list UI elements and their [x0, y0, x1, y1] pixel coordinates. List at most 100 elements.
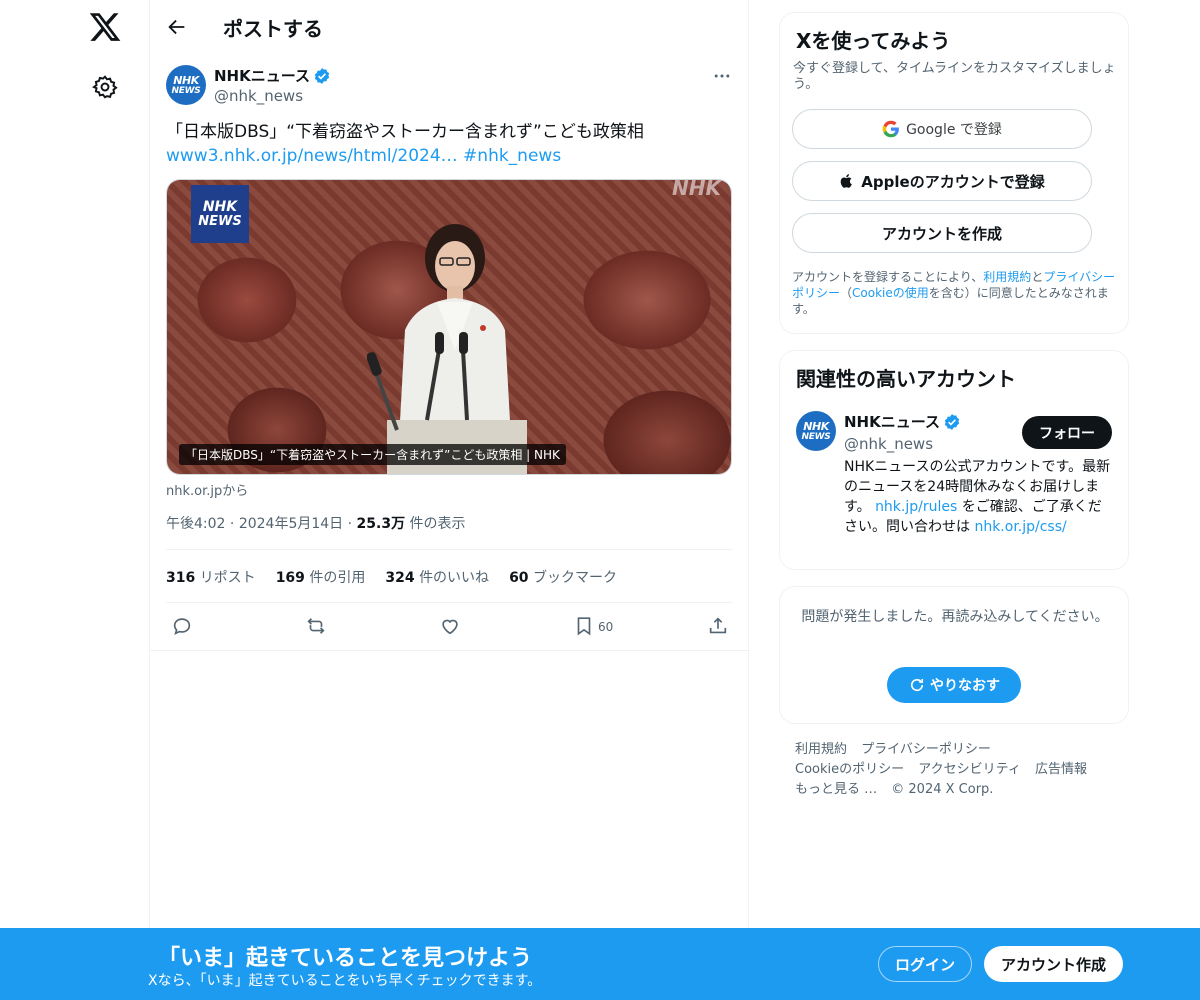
create-account-label: アカウントを作成: [881, 224, 1002, 243]
separator: ·: [229, 516, 235, 532]
signup-button[interactable]: アカウント作成: [984, 946, 1123, 982]
footer-link[interactable]: 広告情報: [1035, 762, 1087, 777]
repost-icon[interactable]: [305, 615, 327, 637]
stat-reposts[interactable]: 316 リポスト: [166, 567, 256, 587]
back-arrow-icon[interactable]: [166, 16, 188, 38]
bio-link[interactable]: nhk.jp/rules: [875, 499, 957, 515]
stat-label: 件のいいね: [419, 570, 490, 586]
apple-signup-label: Appleのアカウントで登録: [861, 172, 1045, 191]
action-bar: 60: [150, 615, 750, 641]
post-link[interactable]: www3.nhk.or.jp/news/html/2024…: [166, 146, 458, 166]
stat-value: 60: [509, 570, 529, 586]
legal-part: と: [1031, 270, 1044, 284]
login-button[interactable]: ログイン: [878, 946, 972, 982]
footer-link-more[interactable]: もっと見る …: [795, 782, 877, 797]
copyright: © 2024 X Corp.: [891, 782, 994, 797]
x-logo-icon[interactable]: [88, 10, 122, 44]
author-name[interactable]: NHKニュース: [214, 65, 331, 86]
error-message: 問題が発生しました。再読み込みしてください。: [801, 609, 1109, 625]
link-card-media[interactable]: NHK NEWS NHK 「日本版DBS」“下着窃盗やストーカー含まれず”こども…: [166, 179, 732, 475]
apple-signup-button[interactable]: Appleのアカウントで登録: [792, 161, 1092, 201]
separator: ·: [347, 516, 353, 532]
error-card: 問題が発生しました。再読み込みしてください。 やりなおす: [779, 586, 1129, 724]
footer-links: 利用規約 プライバシーポリシー Cookieのポリシー アクセシビリティ 広告情…: [795, 740, 1125, 800]
signup-title: Xを使ってみよう: [796, 29, 951, 53]
create-account-button[interactable]: アカウントを作成: [792, 213, 1092, 253]
footer-link[interactable]: アクセシビリティ: [918, 762, 1021, 777]
bottom-bar-subtitle: Xなら、「いま」起きていることをいち早くチェックできます。: [148, 973, 542, 989]
bookmark-count: 60: [598, 620, 614, 634]
divider: [166, 549, 732, 550]
related-title: 関連性の高いアカウント: [796, 367, 1016, 391]
legal-part: アカウントを登録することにより、: [792, 270, 984, 284]
avatar-text: NEWS: [801, 431, 831, 442]
stat-label: リポスト: [199, 570, 256, 586]
view-count: 25.3万: [356, 516, 406, 532]
bottom-signup-bar: 「いま」起きていることを見つけよう Xなら、「いま」起きていることをいち早くチェ…: [0, 928, 1200, 1000]
post-stats: 316 リポスト 169 件の引用 324 件のいいね 60 ブックマーク: [166, 567, 617, 587]
stat-likes[interactable]: 324 件のいいね: [385, 567, 489, 587]
author-name-text: NHKニュース: [214, 67, 310, 85]
google-icon: [882, 120, 899, 138]
bottom-bar-title: 「いま」起きていることを見つけよう: [158, 946, 533, 971]
related-name-text: NHKニュース: [844, 413, 940, 431]
follow-button[interactable]: フォロー: [1022, 416, 1112, 449]
stat-value: 316: [166, 570, 196, 586]
stat-label: ブックマーク: [533, 570, 617, 586]
media-caption: 「日本版DBS」“下着窃盗やストーカー含まれず”こども政策相 | NHK: [179, 444, 566, 465]
author-handle[interactable]: @nhk_news: [214, 87, 303, 105]
verified-badge-icon: [314, 67, 330, 84]
post-text-line: 「日本版DBS」“下着窃盗やストーカー含まれず”こども政策相: [166, 122, 644, 142]
like-icon[interactable]: [439, 615, 461, 637]
verified-badge-icon: [944, 413, 960, 430]
legal-text: アカウントを登録することにより、利用規約とプライバシーポリシー（Cookieの使…: [792, 269, 1120, 317]
footer-link[interactable]: Cookieのポリシー: [795, 762, 904, 777]
avatar-text: NEWS: [171, 85, 201, 96]
retry-label: やりなおす: [930, 677, 1000, 693]
badge-text: NEWS: [198, 213, 242, 229]
related-account-handle[interactable]: @nhk_news: [844, 435, 933, 453]
speaker-figure: [367, 224, 527, 474]
avatar-text: NHK: [803, 419, 829, 433]
more-options-icon[interactable]: [712, 66, 732, 86]
nhk-news-badge: NHK NEWS: [191, 185, 249, 243]
post-text: 「日本版DBS」“下着窃盗やストーカー含まれず”こども政策相 www3.nhk.…: [166, 120, 726, 168]
footer-link[interactable]: プライバシーポリシー: [861, 742, 991, 757]
stat-label: 件の引用: [309, 570, 366, 586]
avatar-text: NHK: [173, 73, 199, 87]
google-signup-button[interactable]: Google で登録: [792, 109, 1092, 149]
link-source[interactable]: nhk.or.jpから: [166, 480, 248, 499]
bookmark-icon[interactable]: [573, 615, 595, 637]
post-hashtag[interactable]: #nhk_news: [463, 146, 561, 166]
retry-button[interactable]: やりなおす: [887, 667, 1021, 703]
gear-icon[interactable]: [92, 74, 118, 100]
stat-quotes[interactable]: 169 件の引用: [276, 567, 366, 587]
stat-bookmarks[interactable]: 60 ブックマーク: [509, 567, 617, 587]
stat-value: 169: [275, 570, 305, 586]
bio-link[interactable]: nhk.or.jp/css/: [974, 519, 1066, 535]
refresh-icon: [910, 678, 924, 692]
divider: [150, 650, 750, 651]
post-date[interactable]: 2024年5月14日: [239, 516, 343, 532]
page-title: ポストする: [223, 17, 323, 41]
avatar[interactable]: NHK NEWS: [796, 411, 836, 451]
terms-link[interactable]: 利用規約: [983, 270, 1031, 284]
post-time[interactable]: 午後4:02: [166, 516, 225, 532]
related-account-name[interactable]: NHKニュース: [844, 411, 961, 432]
related-account-bio: NHKニュースの公式アカウントです。最新のニュースを24時間休みなくお届けします…: [844, 457, 1112, 537]
share-icon[interactable]: [707, 615, 729, 637]
avatar[interactable]: NHK NEWS: [166, 65, 206, 105]
google-signup-label: Google で登録: [906, 122, 1002, 138]
footer-link[interactable]: 利用規約: [795, 742, 847, 757]
apple-icon: [840, 174, 853, 188]
reply-icon[interactable]: [171, 615, 193, 637]
left-nav: [0, 0, 150, 1000]
nhk-watermark: NHK: [672, 179, 721, 200]
signup-card: Xを使ってみよう 今すぐ登録して、タイムラインをカスタマイズしましょう。 Goo…: [779, 12, 1129, 334]
top-bar: ポストする: [150, 0, 750, 53]
cookie-link[interactable]: Cookieの使用: [852, 286, 929, 300]
signup-subtitle: 今すぐ登録して、タイムラインをカスタマイズしましょう。: [793, 61, 1116, 92]
view-label: 件の表示: [409, 516, 466, 532]
post-meta: 午後4:02 · 2024年5月14日 · 25.3万 件の表示: [166, 513, 466, 533]
stat-value: 324: [385, 570, 415, 586]
